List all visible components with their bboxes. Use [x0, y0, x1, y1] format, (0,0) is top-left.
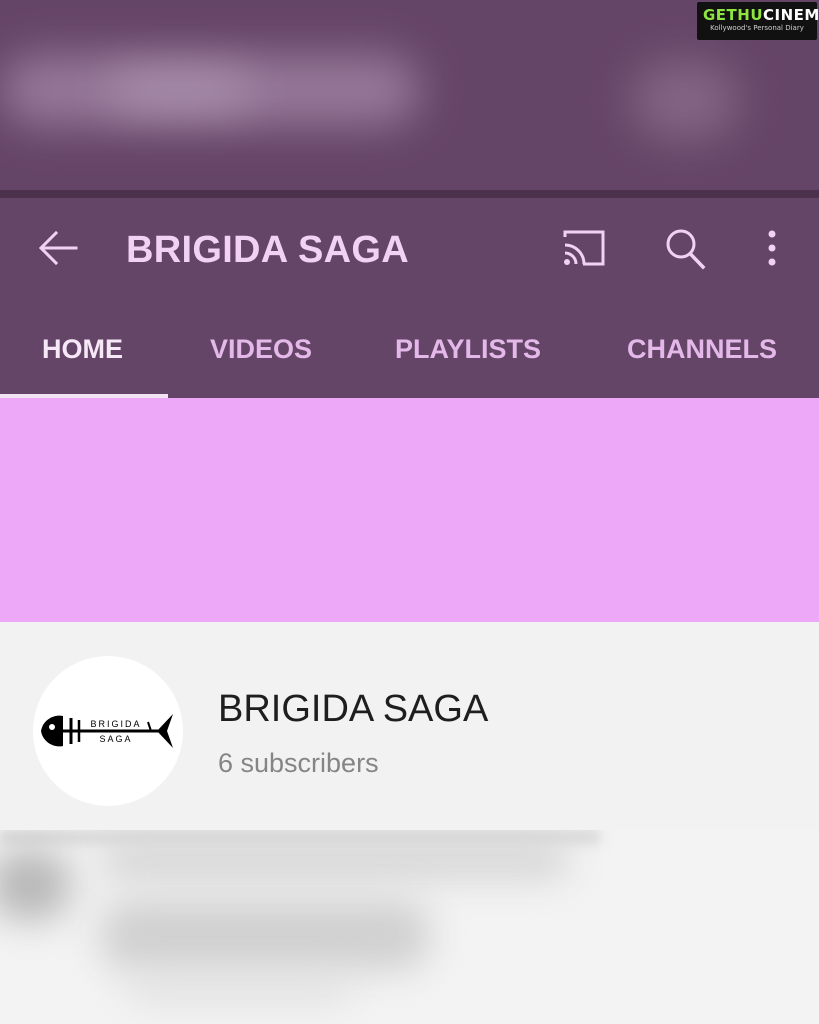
back-arrow-icon[interactable] — [36, 228, 80, 268]
blurred-content — [110, 70, 250, 110]
blurred-content — [130, 980, 350, 1000]
avatar-text-top: BRIGIDA — [90, 719, 141, 729]
search-icon[interactable] — [664, 226, 706, 270]
youtube-channel-screen: GETHUCINEMA Kollywood's Personal Diary B… — [0, 0, 819, 1024]
subscriber-count: 6 subscribers — [218, 748, 379, 778]
channel-name: BRIGIDA SAGA — [218, 688, 489, 730]
watermark-tagline: Kollywood's Personal Diary — [710, 24, 804, 32]
more-vert-icon[interactable] — [762, 226, 782, 270]
watermark-brand-part2: CINEMA — [763, 6, 819, 24]
blurred-content — [100, 840, 570, 878]
avatar[interactable]: BRIGIDA SAGA — [33, 656, 183, 806]
channel-header: BRIGIDA SAGA BRIGIDA SAGA 6 subscribers — [0, 622, 819, 830]
channel-banner — [0, 398, 819, 622]
blurred-status-area: GETHUCINEMA Kollywood's Personal Diary — [0, 0, 819, 192]
page-title: BRIGIDA SAGA — [126, 229, 409, 271]
divider — [0, 190, 819, 198]
watermark-brand-part1: GETHU — [703, 6, 764, 24]
blurred-content — [100, 900, 430, 970]
tab-channels[interactable]: CHANNELS — [627, 332, 777, 366]
blurred-content — [0, 850, 70, 920]
channel-tabs: HOME VIDEOS PLAYLISTS CHANNELS — [0, 302, 819, 399]
app-bar: BRIGIDA SAGA — [0, 198, 819, 302]
tab-playlists[interactable]: PLAYLISTS — [395, 332, 541, 366]
fish-skeleton-logo-icon: BRIGIDA SAGA — [41, 714, 173, 748]
watermark-logo: GETHUCINEMA Kollywood's Personal Diary — [697, 2, 819, 40]
cast-icon[interactable] — [561, 228, 607, 268]
tab-home[interactable]: HOME — [42, 332, 123, 366]
tab-videos[interactable]: VIDEOS — [210, 332, 312, 366]
avatar-text-bottom: SAGA — [99, 734, 132, 744]
blurred-content — [630, 60, 740, 140]
blurred-content-area — [0, 830, 819, 1024]
